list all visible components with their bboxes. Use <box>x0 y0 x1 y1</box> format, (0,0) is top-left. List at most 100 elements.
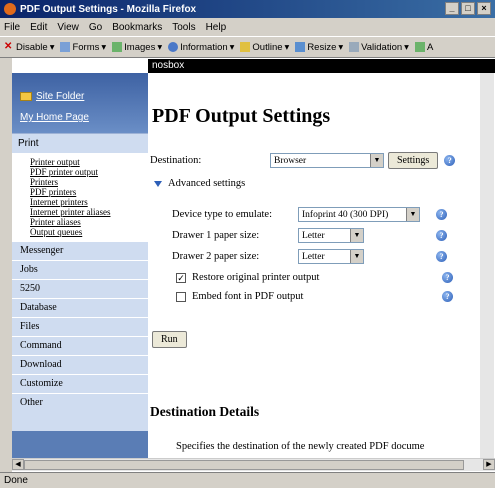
drawer2-row: Drawer 2 paper size: Letter ▼ ? <box>172 249 447 264</box>
status-bar: Done <box>0 472 495 488</box>
sidebar-category-database[interactable]: Database <box>12 298 148 317</box>
overflow-icon <box>414 42 425 52</box>
vertical-scrollbar[interactable] <box>480 73 494 458</box>
link-internet-printer-aliases[interactable]: Internet printer aliases <box>30 207 148 217</box>
sidebar-category-command[interactable]: Command <box>12 336 148 355</box>
menu-bookmarks[interactable]: Bookmarks <box>112 22 162 33</box>
site-folder-link[interactable]: Site Folder <box>20 91 148 102</box>
resize-icon <box>295 42 306 52</box>
header-strip: nosbox <box>148 59 495 73</box>
sidebar-header: Site Folder My Home Page <box>12 73 148 133</box>
device-label: Device type to emulate: <box>172 209 273 220</box>
forms-icon <box>60 42 71 52</box>
print-submenu: Printer output PDF printer output Printe… <box>12 153 148 241</box>
webdev-toolbar: ✕ Disable ▾ Forms ▾ Images ▾ Information … <box>0 36 495 58</box>
help-icon[interactable]: ? <box>442 291 453 302</box>
horizontal-scrollbar[interactable]: ◀ ▶ <box>12 458 495 471</box>
toolbar-images[interactable]: Images ▾ <box>112 42 162 53</box>
menu-edit[interactable]: Edit <box>30 22 47 33</box>
menu-go[interactable]: Go <box>89 22 102 33</box>
destination-label: Destination: <box>150 155 202 166</box>
menu-view[interactable]: View <box>57 22 79 33</box>
sidebar-category-other[interactable]: Other <box>12 393 148 412</box>
link-printers[interactable]: Printers <box>30 177 148 187</box>
sidebar-category-jobs[interactable]: Jobs <box>12 260 148 279</box>
expand-triangle-icon <box>154 180 162 187</box>
embed-row: Embed font in PDF output ? <box>176 291 453 302</box>
drawer2-select[interactable]: Letter ▼ <box>298 249 364 264</box>
destination-row: Destination: Browser ▼ Settings ? <box>150 152 456 169</box>
sidebar-filler <box>12 412 148 431</box>
run-button[interactable]: Run <box>152 331 187 348</box>
close-button[interactable]: × <box>477 2 491 15</box>
chevron-down-icon: ▼ <box>370 154 383 167</box>
link-pdf-printers[interactable]: PDF printers <box>30 187 148 197</box>
help-icon[interactable]: ? <box>436 251 447 262</box>
menu-tools[interactable]: Tools <box>172 22 195 33</box>
destination-details-title: Destination Details <box>150 404 260 419</box>
scroll-right-arrow[interactable]: ▶ <box>483 459 495 470</box>
sidebar-category-customize[interactable]: Customize <box>12 374 148 393</box>
sidebar-category-files[interactable]: Files <box>12 317 148 336</box>
toolbar-information[interactable]: Information ▾ <box>168 42 234 53</box>
validation-icon <box>349 42 360 52</box>
advanced-settings-toggle[interactable]: Advanced settings <box>154 178 245 189</box>
toolbar-overflow[interactable]: A <box>414 42 433 53</box>
sidebar: Site Folder My Home Page Print Printer o… <box>12 73 148 458</box>
menu-file[interactable]: File <box>4 22 20 33</box>
advanced-settings-label: Advanced settings <box>168 178 246 189</box>
restore-checkbox[interactable]: ✓ <box>176 272 186 283</box>
embed-label: Embed font in PDF output <box>192 291 304 302</box>
chevron-down-icon: ▼ <box>350 229 363 242</box>
drawer1-select[interactable]: Letter ▼ <box>298 228 364 243</box>
home-page-link[interactable]: My Home Page <box>20 112 148 123</box>
folder-icon <box>20 92 32 101</box>
help-icon[interactable]: ? <box>444 155 456 166</box>
help-icon[interactable]: ? <box>442 272 453 283</box>
sidebar-category-print[interactable]: Print <box>12 133 148 153</box>
maximize-button[interactable]: □ <box>461 2 475 15</box>
help-icon[interactable]: ? <box>436 209 447 220</box>
information-icon <box>168 42 179 52</box>
restore-row: ✓ Restore original printer output ? <box>176 272 453 283</box>
toolbar-forms[interactable]: Forms ▾ <box>60 42 106 53</box>
horizontal-scroll-thumb[interactable] <box>24 460 464 470</box>
drawer1-row: Drawer 1 paper size: Letter ▼ ? <box>172 228 447 243</box>
drawer2-label: Drawer 2 paper size: <box>172 251 260 262</box>
sidebar-category-messenger[interactable]: Messenger <box>12 241 148 260</box>
device-select[interactable]: Infoprint 40 (300 DPI) ▼ <box>298 207 420 222</box>
disable-icon: ✕ <box>4 41 13 52</box>
link-pdf-printer-output[interactable]: PDF printer output <box>30 167 148 177</box>
toolbar-validation[interactable]: Validation ▾ <box>349 42 409 53</box>
firefox-icon <box>4 3 16 15</box>
link-output-queues[interactable]: Output queues <box>30 227 148 237</box>
destination-details-text: Specifies the destination of the newly c… <box>176 441 425 452</box>
link-printer-aliases[interactable]: Printer aliases <box>30 217 148 227</box>
link-printer-output[interactable]: Printer output <box>30 157 148 167</box>
embed-checkbox[interactable] <box>176 291 186 302</box>
toolbar-outline[interactable]: Outline ▾ <box>240 42 289 53</box>
toolbar-disable[interactable]: ✕ Disable ▾ <box>4 42 54 53</box>
device-row: Device type to emulate: Infoprint 40 (30… <box>172 207 447 222</box>
drawer1-label: Drawer 1 paper size: <box>172 230 260 241</box>
toolbar-resize[interactable]: Resize ▾ <box>295 42 343 53</box>
images-icon <box>112 42 123 52</box>
settings-button[interactable]: Settings <box>388 152 439 169</box>
chevron-down-icon: ▼ <box>350 250 363 263</box>
outline-icon <box>240 42 251 52</box>
help-icon[interactable]: ? <box>436 230 447 241</box>
restore-label: Restore original printer output <box>192 272 320 283</box>
main-content: PDF Output Settings Destination: Browser… <box>148 73 491 458</box>
minimize-button[interactable]: _ <box>445 2 459 15</box>
window-titlebar: PDF Output Settings - Mozilla Firefox _ … <box>0 0 495 18</box>
sidebar-category-download[interactable]: Download <box>12 355 148 374</box>
window-title: PDF Output Settings - Mozilla Firefox <box>20 3 197 15</box>
chevron-down-icon: ▼ <box>406 208 419 221</box>
window-left-edge <box>0 58 12 472</box>
page-title: PDF Output Settings <box>152 105 331 127</box>
scroll-left-arrow[interactable]: ◀ <box>12 459 24 470</box>
link-internet-printers[interactable]: Internet printers <box>30 197 148 207</box>
sidebar-category-5250[interactable]: 5250 <box>12 279 148 298</box>
menu-help[interactable]: Help <box>206 22 227 33</box>
destination-select[interactable]: Browser ▼ <box>270 153 384 168</box>
